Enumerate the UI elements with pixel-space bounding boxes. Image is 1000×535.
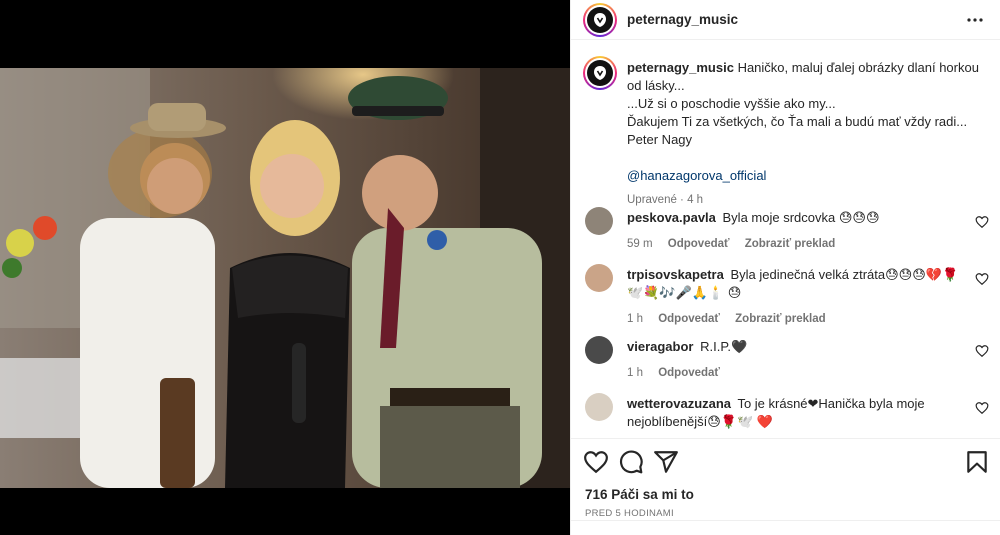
comment-body: vieragabor R.I.P.🖤 1 h Odpovedať (627, 338, 967, 382)
post-time: PRED 5 HODINAMI (585, 508, 674, 519)
comment-username[interactable]: vieragabor (627, 339, 693, 354)
bookmark-icon[interactable] (964, 449, 990, 475)
caption-avatar[interactable] (583, 56, 617, 90)
like-comment-heart-icon[interactable] (975, 215, 989, 229)
comment-meta: 1 h Odpovedať (627, 364, 967, 382)
comment-username[interactable]: peskova.pavla (627, 210, 716, 225)
like-comment-heart-icon[interactable] (975, 401, 989, 415)
comment-meta: 1 h Odpovedať Zobraziť preklad (627, 310, 967, 328)
comment-avatar[interactable] (585, 264, 613, 292)
peter-nagy-logo-icon (594, 66, 606, 80)
avatar[interactable] (583, 3, 617, 37)
comment-time: 1 h (627, 313, 643, 325)
caption-mention-link[interactable]: @hanazagorova_official (627, 167, 987, 185)
comment-avatar[interactable] (585, 207, 613, 235)
post-side-panel: peternagy_music peternagy_music Haničko,… (570, 0, 1000, 535)
comment-time: 1 h (627, 367, 643, 379)
share-icon[interactable] (653, 449, 679, 475)
comments-scroll-area[interactable]: peternagy_music Haničko, maluj ďalej obr… (571, 41, 1000, 438)
translate-button[interactable]: Zobraziť preklad (745, 238, 836, 250)
caption-username[interactable]: peternagy_music (627, 60, 734, 75)
post-header: peternagy_music (571, 0, 1000, 40)
caption-line-4: Peter Nagy (627, 132, 693, 147)
like-comment-heart-icon[interactable] (975, 272, 989, 286)
comment-body: peskova.pavla Byla moje srdcovka 😓😓😓 59 … (627, 209, 967, 253)
post-photo[interactable] (0, 68, 570, 488)
like-comment-heart-icon[interactable] (975, 344, 989, 358)
comment-avatar[interactable] (585, 336, 613, 364)
reply-button[interactable]: Odpovedať (668, 238, 730, 250)
caption-body: peternagy_music Haničko, maluj ďalej obr… (627, 59, 987, 209)
comment-body: wetterovazuzana To je krásné❤Hanička byl… (627, 395, 967, 431)
caption-line-2: ...Už si o poschodie vyššie ako my... (627, 96, 836, 111)
post-username[interactable]: peternagy_music (627, 12, 738, 27)
comment-time: 59 m (627, 238, 653, 250)
comment-username[interactable]: wetterovazuzana (627, 396, 731, 411)
comment-text: Byla moje srdcovka 😓😓😓 (722, 210, 880, 225)
caption-line-3: Ďakujem Ti za všetkých, čo Ťa mali a bud… (627, 114, 968, 129)
caption-edited-time: Upravené · 4 h (627, 194, 704, 206)
add-comment-bar[interactable] (571, 520, 1000, 535)
reply-button[interactable]: Odpovedať (658, 367, 720, 379)
heart-icon[interactable] (583, 449, 609, 475)
reply-button[interactable]: Odpovedať (658, 313, 720, 325)
comment-meta: 59 m Odpovedať Zobraziť preklad (627, 235, 967, 253)
comment-icon[interactable] (618, 449, 644, 475)
comment-username[interactable]: trpisovskapetra (627, 267, 724, 282)
translate-button[interactable]: Zobraziť preklad (735, 313, 826, 325)
comment-avatar[interactable] (585, 393, 613, 421)
more-horizontal-icon[interactable] (965, 10, 985, 30)
photo-panel (0, 0, 570, 535)
peter-nagy-logo-icon (594, 13, 606, 27)
comment-body: trpisovskapetra Byla jedinečná velká ztr… (627, 266, 967, 328)
instagram-post-view: peternagy_music peternagy_music Haničko,… (0, 0, 1000, 535)
likes-count[interactable]: 716 Páči sa mi to (585, 487, 694, 502)
comment-text: R.I.P.🖤 (700, 339, 748, 354)
